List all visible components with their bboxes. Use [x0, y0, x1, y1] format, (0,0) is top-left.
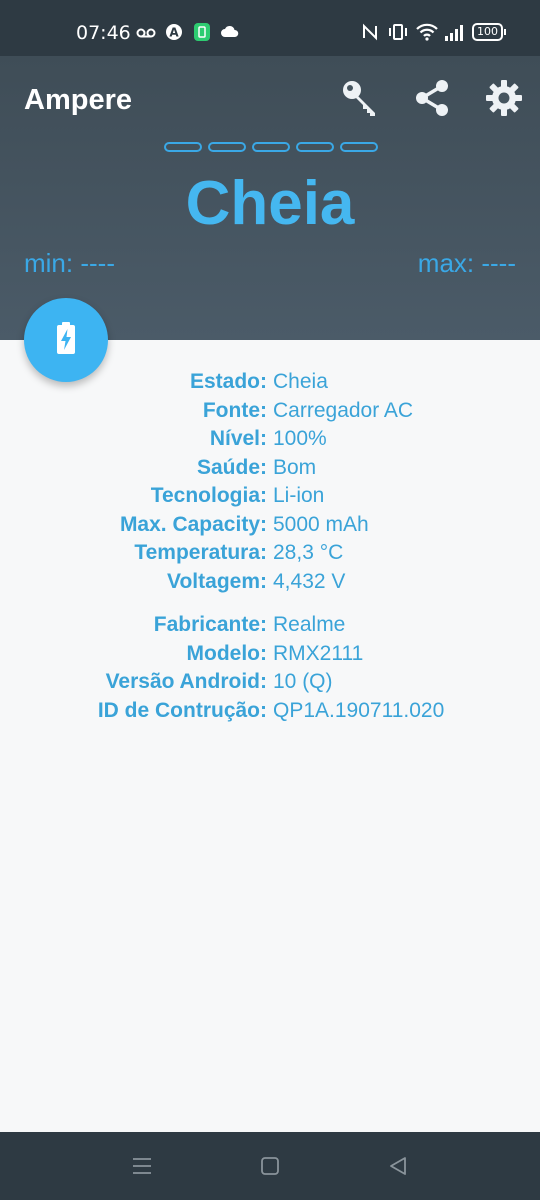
battery-app-icon — [192, 22, 212, 42]
svg-text:A: A — [169, 26, 179, 40]
info-row-voltagem: Voltagem: 4,432 V — [0, 570, 540, 599]
back-icon — [390, 1157, 406, 1175]
info-row-modelo: Modelo: RMX2111 — [0, 642, 540, 671]
back-button[interactable] — [382, 1150, 414, 1182]
info-row-tecnologia: Tecnologia: Li-ion — [0, 484, 540, 513]
battery-level-text: 100 — [472, 23, 503, 41]
status-bar: 07:46 A 100 — [0, 0, 540, 56]
info-value: Li-ion — [273, 484, 325, 507]
recents-button[interactable] — [126, 1150, 158, 1182]
info-row-fonte: Fonte: Carregador AC — [0, 399, 540, 428]
share-icon[interactable] — [410, 76, 454, 120]
info-value: Realme — [273, 613, 346, 636]
info-value: 28,3 °C — [273, 541, 344, 564]
status-right-icons: 100 — [360, 22, 506, 42]
level-segment — [296, 142, 334, 152]
signal-icon — [444, 22, 464, 42]
app-title: Ampere — [24, 84, 132, 116]
info-row-nivel: Nível: 100% — [0, 427, 540, 456]
info-label: ID de Contrução: — [97, 698, 267, 722]
info-label: Saúde: — [196, 455, 267, 479]
min-current: min: ---- — [24, 248, 115, 278]
info-label: Tecnologia: — [150, 484, 267, 507]
info-row-fabricante: Fabricante: Realme — [0, 613, 540, 642]
level-segment — [208, 142, 246, 152]
status-time: 07:46 — [76, 22, 131, 44]
info-label: Nível: — [209, 427, 267, 450]
info-value: 100% — [273, 427, 327, 450]
battery-icon: 100 — [472, 23, 506, 41]
info-value: 4,432 V — [273, 569, 346, 593]
home-icon — [261, 1157, 279, 1175]
nfc-icon — [360, 22, 380, 42]
info-label: Temperatura: — [134, 541, 267, 564]
info-value: Bom — [273, 455, 317, 479]
info-label: Estado: — [189, 370, 267, 393]
info-row-estado: Estado: Cheia — [0, 370, 540, 399]
header: Ampere Cheia min: ---- max: ---- — [0, 56, 540, 340]
info-label: Max. Capacity: — [119, 512, 267, 536]
level-segment — [340, 142, 378, 152]
info-value: Cheia — [273, 370, 328, 393]
info-row-temperatura: Temperatura: 28,3 °C — [0, 541, 540, 570]
info-row-capacity: Max. Capacity: 5000 mAh — [0, 513, 540, 542]
level-segment — [164, 142, 202, 152]
vibrate-icon — [388, 22, 408, 42]
battery-info-list: Estado: Cheia Fonte: Carregador AC Nível… — [0, 370, 540, 727]
battery-status-headline: Cheia — [185, 169, 355, 238]
voicemail-icon — [136, 22, 156, 42]
home-button[interactable] — [254, 1150, 286, 1182]
info-label: Voltagem: — [167, 569, 267, 593]
auto-icon: A — [164, 22, 184, 42]
key-icon[interactable] — [338, 76, 382, 120]
info-row-saude: Saúde: Bom — [0, 456, 540, 485]
info-label: Versão Android: — [105, 670, 267, 693]
info-label: Fabricante: — [153, 613, 267, 636]
info-row-build-id: ID de Contrução: QP1A.190711.020 — [0, 699, 540, 728]
level-segment — [252, 142, 290, 152]
info-label: Modelo: — [186, 641, 267, 665]
menu-icon — [133, 1158, 151, 1174]
info-label: Fonte: — [202, 398, 267, 422]
max-current: max: ---- — [417, 248, 516, 278]
system-nav-bar — [0, 1132, 540, 1200]
battery-charging-icon — [54, 321, 78, 360]
cloud-icon — [220, 22, 240, 42]
info-value: RMX2111 — [273, 641, 364, 665]
settings-icon[interactable] — [482, 76, 526, 120]
level-indicator — [164, 142, 378, 152]
info-row-android: Versão Android: 10 (Q) — [0, 670, 540, 699]
info-value: 5000 mAh — [273, 512, 369, 536]
info-value: Carregador AC — [273, 398, 414, 422]
info-value: 10 (Q) — [273, 670, 333, 693]
status-left-icons: A — [136, 22, 240, 42]
info-value: QP1A.190711.020 — [273, 698, 445, 722]
wifi-icon — [416, 22, 438, 42]
